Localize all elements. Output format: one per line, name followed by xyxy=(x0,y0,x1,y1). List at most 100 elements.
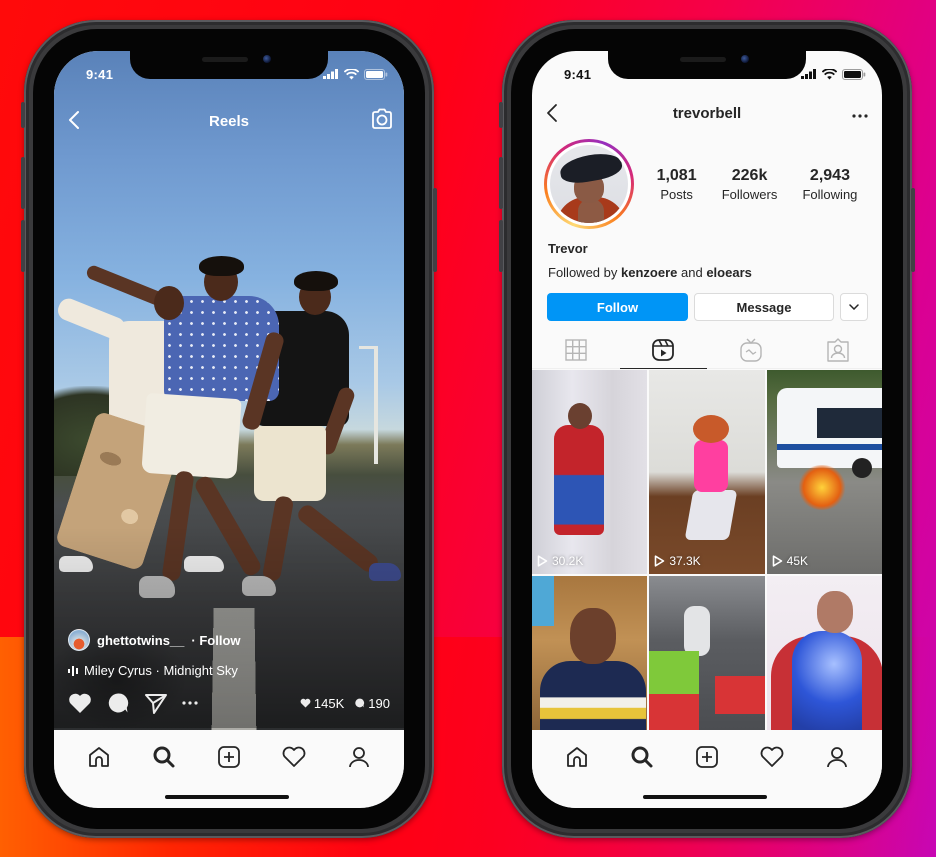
bottom-nav xyxy=(54,730,404,808)
nav-activity[interactable] xyxy=(755,742,789,772)
share-button[interactable] xyxy=(144,692,168,714)
nav-activity[interactable] xyxy=(277,742,311,772)
volume-down-button xyxy=(21,220,25,272)
heart-small-icon xyxy=(300,698,311,708)
search-icon xyxy=(153,746,175,768)
profile-header: trevorbell xyxy=(532,95,882,131)
comment-small-icon xyxy=(355,698,365,708)
reel-author-avatar[interactable] xyxy=(68,629,90,651)
play-icon xyxy=(655,555,665,567)
reels-grid: 30.2K 37.3K 45K xyxy=(532,370,882,736)
home-icon xyxy=(566,747,587,767)
tab-reels[interactable] xyxy=(619,331,708,369)
status-time: 9:41 xyxy=(564,66,592,82)
volume-up-button xyxy=(21,157,25,209)
wifi-icon xyxy=(822,68,837,79)
tab-posts[interactable] xyxy=(532,331,620,368)
more-icon xyxy=(182,701,198,705)
audio-wave-icon xyxy=(68,665,78,676)
heart-outline-icon xyxy=(282,746,306,767)
mutual-follower-2[interactable]: eloears xyxy=(706,265,752,280)
igtv-icon xyxy=(740,338,762,362)
play-icon xyxy=(772,555,782,567)
profile-stats: 1,081 Posts 226k Followers 2,943 Followi… xyxy=(644,167,870,202)
volume-up-button xyxy=(499,157,503,209)
heart-icon xyxy=(69,693,91,713)
options-button[interactable] xyxy=(852,105,868,123)
back-button[interactable] xyxy=(68,110,80,135)
grid-item[interactable] xyxy=(649,576,765,736)
more-button[interactable] xyxy=(182,701,198,705)
grid-item[interactable] xyxy=(532,576,648,736)
home-indicator[interactable] xyxy=(643,795,767,799)
send-icon xyxy=(145,694,167,714)
like-count: 145K xyxy=(300,696,344,711)
status-time: 9:41 xyxy=(86,66,114,82)
power-button xyxy=(911,188,915,272)
phone-reels: 9:41 Reels ghettotwins__ · Follow Miley … xyxy=(21,20,437,838)
chevron-down-icon xyxy=(849,304,859,310)
followed-by-text[interactable]: Followed by kenzoere and eloears xyxy=(548,265,752,280)
reel-audio[interactable]: Miley Cyrus · Midnight Sky xyxy=(68,663,390,678)
reels-title: Reels xyxy=(208,112,250,130)
nav-profile[interactable] xyxy=(342,742,376,772)
nav-home[interactable] xyxy=(82,742,116,772)
profile-screen: 9:41 trevorbell 1,081 Posts 226k Followe… xyxy=(532,51,882,808)
follow-button[interactable]: Follow xyxy=(547,293,688,321)
home-indicator[interactable] xyxy=(165,795,289,799)
heart-outline-icon xyxy=(760,746,784,767)
mutual-follower-1[interactable]: kenzoere xyxy=(621,265,677,280)
nav-profile[interactable] xyxy=(820,742,854,772)
chevron-left-icon xyxy=(547,104,557,122)
profile-username: trevorbell xyxy=(672,104,742,122)
new-post-icon xyxy=(218,746,240,768)
back-button[interactable] xyxy=(546,103,558,128)
grid-item[interactable]: 45K xyxy=(766,370,882,574)
comment-count: 190 xyxy=(354,696,390,711)
camera-icon xyxy=(372,108,392,129)
mute-switch xyxy=(499,102,503,128)
nav-new-post[interactable] xyxy=(690,742,724,772)
reel-follow-link[interactable]: · Follow xyxy=(191,633,240,648)
chevron-left-icon xyxy=(69,111,79,129)
grid-item[interactable] xyxy=(766,576,882,736)
message-button[interactable]: Message xyxy=(694,293,834,321)
grid-icon xyxy=(565,338,587,361)
profile-icon xyxy=(349,747,370,768)
more-horizontal-icon xyxy=(852,114,868,118)
volume-down-button xyxy=(499,220,503,272)
tagged-icon xyxy=(827,337,849,362)
notch xyxy=(130,51,328,79)
view-count: 45K xyxy=(786,554,809,568)
stat-followers[interactable]: 226k Followers xyxy=(722,167,778,202)
nav-search[interactable] xyxy=(625,742,659,772)
battery-icon xyxy=(364,68,388,80)
comment-icon xyxy=(108,693,129,713)
suggested-accounts-button[interactable] xyxy=(840,293,868,321)
stat-following[interactable]: 2,943 Following xyxy=(802,167,857,202)
reels-header: Reels xyxy=(54,103,404,139)
avatar-photo xyxy=(550,145,628,223)
reels-screen: 9:41 Reels ghettotwins__ · Follow Miley … xyxy=(54,51,404,808)
grid-item[interactable]: 30.2K xyxy=(532,370,648,574)
view-count: 30.2K xyxy=(552,554,584,568)
reel-author-username[interactable]: ghettotwins__ xyxy=(97,633,184,648)
tab-tagged[interactable] xyxy=(795,331,883,368)
nav-search[interactable] xyxy=(147,742,181,772)
like-button[interactable] xyxy=(68,692,92,714)
reel-info: ghettotwins__ · Follow Miley Cyrus · Mid… xyxy=(68,629,390,714)
camera-button[interactable] xyxy=(370,108,394,135)
reel-music-label: Miley Cyrus · Midnight Sky xyxy=(84,663,238,678)
phone-profile: 9:41 trevorbell 1,081 Posts 226k Followe… xyxy=(499,20,915,838)
comment-button[interactable] xyxy=(106,692,130,714)
profile-icon xyxy=(827,747,848,768)
nav-new-post[interactable] xyxy=(212,742,246,772)
profile-avatar[interactable] xyxy=(544,139,634,229)
stat-posts[interactable]: 1,081 Posts xyxy=(657,167,697,202)
play-icon xyxy=(537,555,548,567)
signal-icon xyxy=(323,69,338,79)
home-icon xyxy=(88,747,109,767)
tab-igtv[interactable] xyxy=(707,331,795,368)
nav-home[interactable] xyxy=(560,742,594,772)
grid-item[interactable]: 37.3K xyxy=(649,370,765,574)
